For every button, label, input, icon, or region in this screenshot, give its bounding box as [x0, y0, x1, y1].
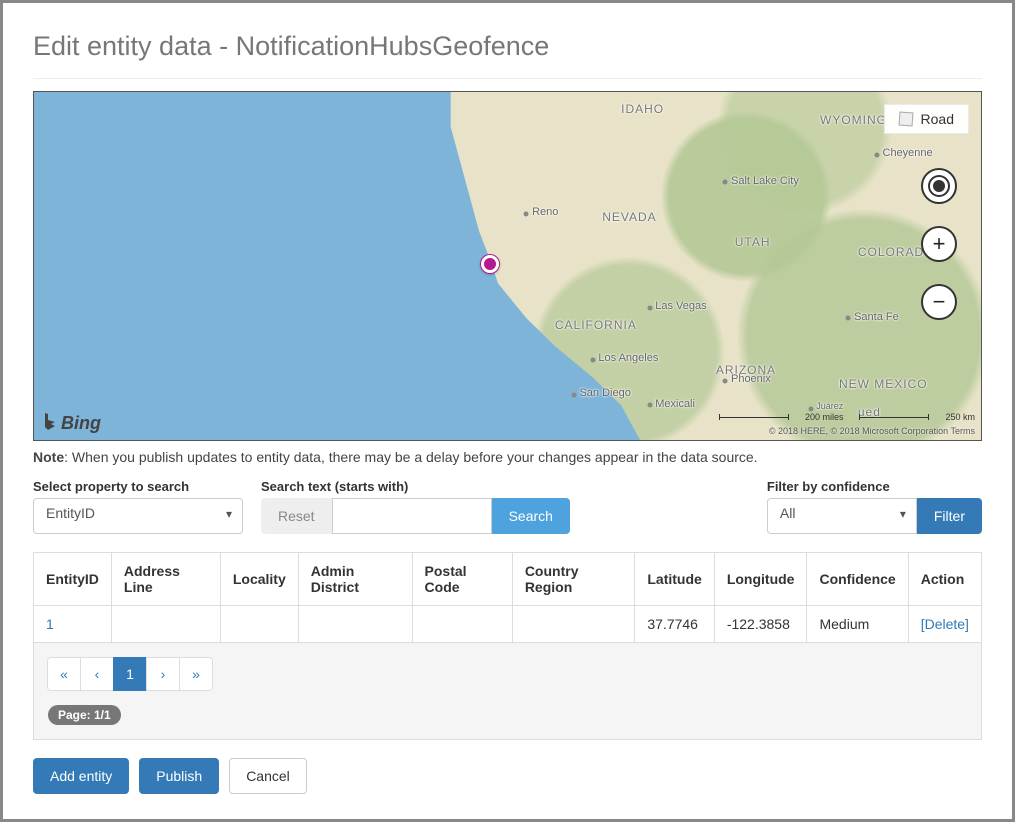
- page-prev[interactable]: ‹: [80, 657, 114, 691]
- filters-row: Select property to search EntityID Searc…: [33, 479, 982, 534]
- table-header: Latitude: [635, 553, 714, 606]
- map-label: Phoenix: [731, 373, 771, 385]
- map-controls: + −: [921, 168, 957, 320]
- property-select[interactable]: EntityID: [33, 498, 243, 534]
- divider: [33, 78, 982, 79]
- table-cell: [512, 606, 635, 643]
- map-label: NEW MEXICO: [839, 377, 928, 391]
- map-scale: 200 miles 250 km: [719, 412, 975, 422]
- page-current[interactable]: 1: [113, 657, 147, 691]
- table-row: 1 37.7746-122.3858Medium [Delete]: [34, 606, 982, 643]
- note-text: : When you publish updates to entity dat…: [64, 449, 757, 465]
- table-header: Locality: [220, 553, 298, 606]
- table-cell: [111, 606, 220, 643]
- table-header: Admin District: [298, 553, 412, 606]
- map-city-dot: [524, 211, 529, 216]
- map-city-dot: [590, 357, 595, 362]
- bing-logo: Bing: [42, 412, 101, 434]
- table-cell: [220, 606, 298, 643]
- delete-link[interactable]: [Delete]: [921, 616, 969, 632]
- map[interactable]: IDAHOWYOMINGCheyenneSalt Lake CityDeReno…: [33, 91, 982, 441]
- map-label: Cheyenne: [883, 147, 933, 159]
- map-city-dot: [846, 316, 851, 321]
- map-label: Los Angeles: [598, 352, 658, 364]
- table-cell: 37.7746: [635, 606, 714, 643]
- map-label: UTAH: [735, 235, 771, 249]
- map-label: Salt Lake City: [731, 175, 799, 187]
- table-cell: -122.3858: [714, 606, 807, 643]
- edit-entity-dialog: Edit entity data - NotificationHubsGeofe…: [0, 0, 1015, 822]
- map-label: WYOMING: [820, 113, 887, 127]
- table-cell: Medium: [807, 606, 908, 643]
- table-header: EntityID: [34, 553, 112, 606]
- table-cell: 1: [34, 606, 112, 643]
- map-marker[interactable]: [481, 255, 499, 273]
- map-label: Reno: [532, 206, 558, 218]
- map-city-dot: [874, 152, 879, 157]
- table-header: Postal Code: [412, 553, 512, 606]
- map-label: CALIFORNIA: [555, 318, 637, 332]
- footer-actions: Add entity Publish Cancel: [33, 758, 982, 794]
- map-label: Mexicali: [655, 398, 695, 410]
- confidence-label: Filter by confidence: [767, 479, 982, 494]
- confidence-select[interactable]: All: [767, 498, 917, 534]
- map-city-dot: [723, 378, 728, 383]
- cancel-button[interactable]: Cancel: [229, 758, 307, 794]
- search-label: Search text (starts with): [261, 479, 570, 494]
- map-type-icon: [898, 112, 913, 127]
- reset-button[interactable]: Reset: [261, 498, 332, 534]
- map-label: Juárez: [816, 401, 843, 411]
- page-first[interactable]: «: [47, 657, 81, 691]
- map-city-dot: [647, 403, 652, 408]
- table-cell: [412, 606, 512, 643]
- map-city-dot: [723, 180, 728, 185]
- entity-id-link[interactable]: 1: [46, 616, 54, 632]
- map-label: IDAHO: [621, 102, 664, 116]
- entity-table: EntityIDAddress LineLocalityAdmin Distri…: [33, 552, 982, 643]
- property-label: Select property to search: [33, 479, 243, 494]
- map-label: Santa Fe: [854, 311, 899, 323]
- table-header: Longitude: [714, 553, 807, 606]
- page-badge: Page: 1/1: [48, 705, 121, 725]
- map-label: San Diego: [579, 387, 630, 399]
- table-header: Confidence: [807, 553, 908, 606]
- page-next[interactable]: ›: [146, 657, 180, 691]
- note: Note: When you publish updates to entity…: [33, 449, 982, 465]
- map-city-dot: [808, 406, 813, 411]
- search-button[interactable]: Search: [492, 498, 570, 534]
- table-footer: « ‹ 1 › » Page: 1/1: [33, 643, 982, 740]
- search-input[interactable]: [332, 498, 492, 534]
- zoom-out-button[interactable]: −: [921, 284, 957, 320]
- note-prefix: Note: [33, 449, 64, 465]
- filter-button[interactable]: Filter: [917, 498, 982, 534]
- dialog-title: Edit entity data - NotificationHubsGeofe…: [33, 31, 982, 62]
- map-type-label: Road: [921, 111, 954, 127]
- publish-button[interactable]: Publish: [139, 758, 219, 794]
- map-label: NEVADA: [602, 210, 656, 224]
- zoom-in-button[interactable]: +: [921, 226, 957, 262]
- table-cell: [Delete]: [908, 606, 981, 643]
- locate-icon: [933, 180, 945, 192]
- map-city-dot: [571, 392, 576, 397]
- confidence-field: Filter by confidence All Filter: [767, 479, 982, 534]
- locate-me-button[interactable]: [921, 168, 957, 204]
- table-header: Address Line: [111, 553, 220, 606]
- map-type-selector[interactable]: Road: [884, 104, 969, 134]
- table-header: Country Region: [512, 553, 635, 606]
- property-field: Select property to search EntityID: [33, 479, 243, 534]
- pagination: « ‹ 1 › »: [48, 657, 213, 691]
- table-cell: [298, 606, 412, 643]
- map-label: Las Vegas: [655, 300, 706, 312]
- page-last[interactable]: »: [179, 657, 213, 691]
- table-header: Action: [908, 553, 981, 606]
- search-field: Search text (starts with) Reset Search: [261, 479, 570, 534]
- map-credits: © 2018 HERE, © 2018 Microsoft Corporatio…: [769, 426, 975, 436]
- map-city-dot: [647, 305, 652, 310]
- add-entity-button[interactable]: Add entity: [33, 758, 129, 794]
